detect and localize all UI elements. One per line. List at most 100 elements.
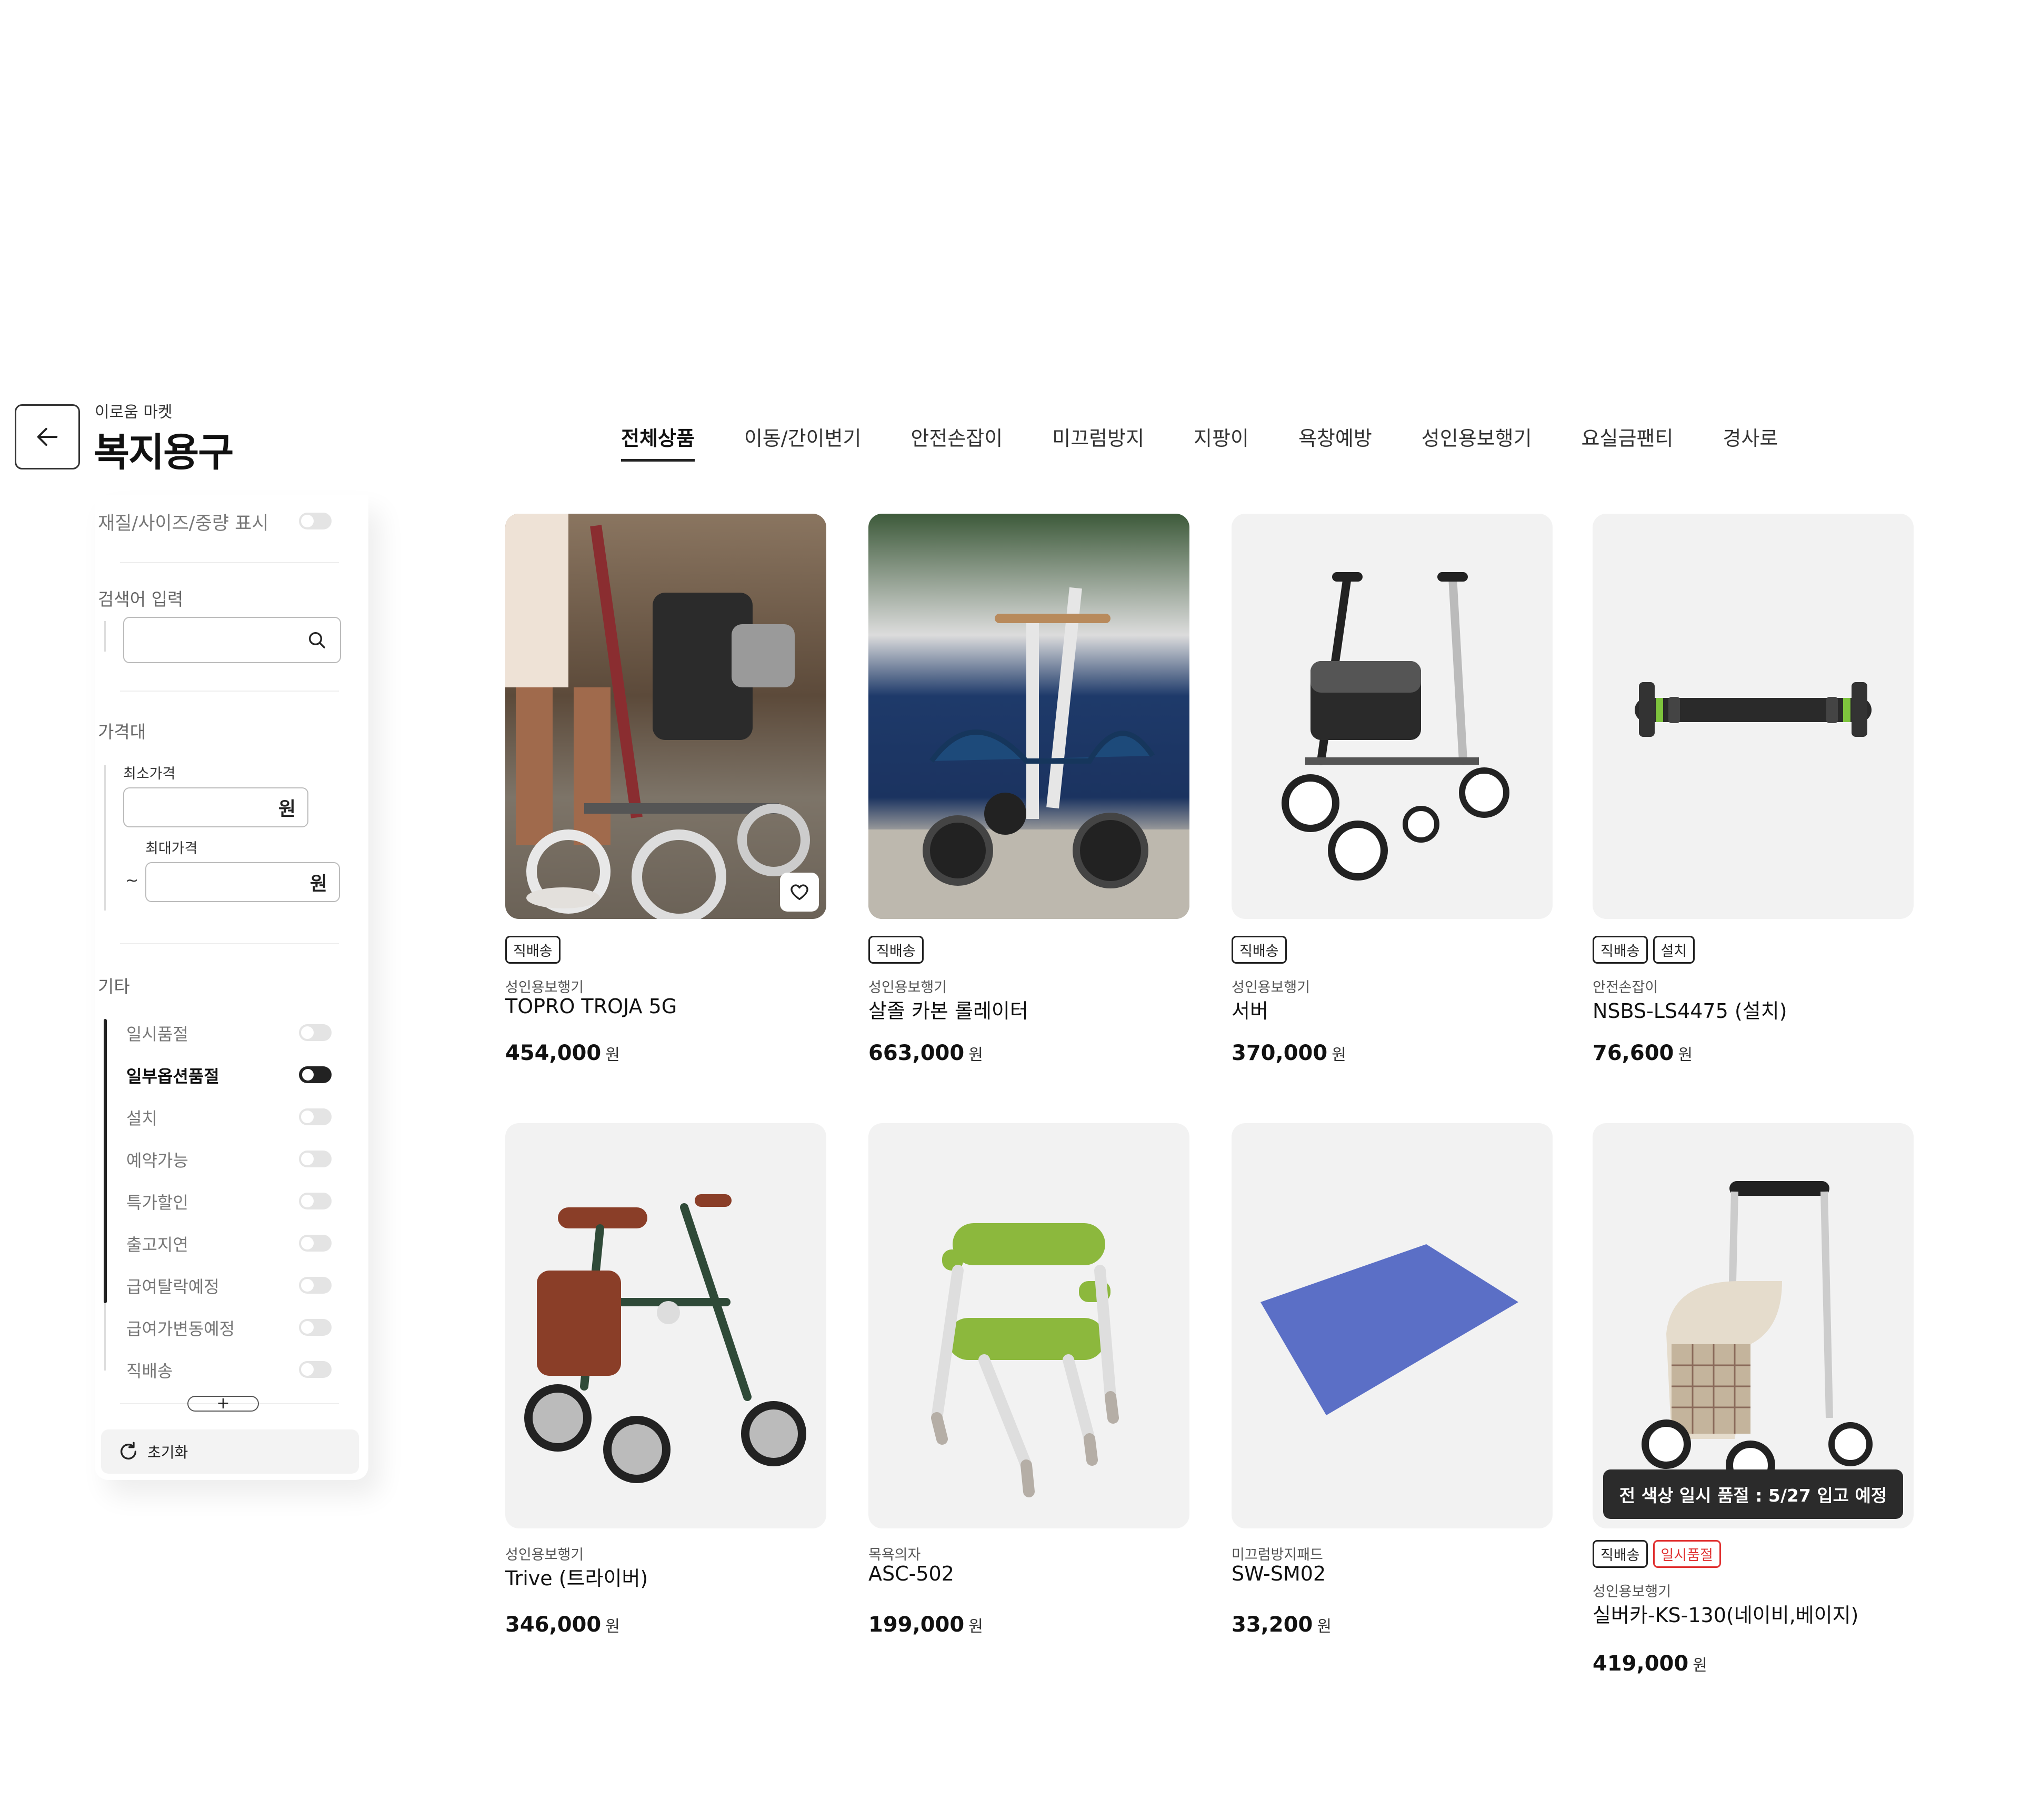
wishlist-button[interactable] — [780, 873, 819, 912]
filter-sidebar: 재질/사이즈/중량 표시 검색어 입력 가격대 최소가격 원 최대가격 ~ 원 … — [95, 495, 368, 1480]
badge-row: 직배송 — [1232, 936, 1287, 964]
product-category: 성인용보행기 — [505, 979, 584, 996]
max-price-input[interactable]: 원 — [145, 862, 340, 902]
display-toggle[interactable] — [299, 513, 332, 529]
min-price-input[interactable]: 원 — [123, 787, 308, 827]
product-price: 370,000 원 — [1232, 1041, 1346, 1065]
tab-cane[interactable]: 지팡이 — [1194, 422, 1249, 462]
price-value: 663,000 — [868, 1041, 965, 1065]
reset-button[interactable]: 초기화 — [101, 1429, 359, 1474]
toggle-benefit-drop[interactable] — [299, 1277, 332, 1294]
product-image[interactable] — [1232, 514, 1553, 919]
scroll-indicator[interactable] — [104, 1019, 107, 1303]
product-category: 성인용보행기 — [505, 1547, 584, 1563]
filter-special-discount: 특가할인 — [126, 1193, 188, 1213]
product-image[interactable]: 전 색상 일시 품절 : 5/27 입고 예정 — [1593, 1123, 1914, 1528]
toggle-shipping-delay[interactable] — [299, 1235, 332, 1252]
filter-benefit-drop: 급여탈락예정 — [126, 1277, 219, 1297]
grab-bar-illustration — [1635, 682, 1872, 737]
toggle-reservation[interactable] — [299, 1151, 332, 1167]
toggle-temp-soldout[interactable] — [299, 1024, 332, 1041]
price-value: 370,000 — [1232, 1041, 1328, 1065]
brand-subtitle: 이로움 마켓 — [95, 403, 173, 422]
anti-slip-pad-illustration — [1260, 1244, 1518, 1415]
arrow-left-icon — [37, 427, 58, 446]
rollator-photo-illustration — [505, 514, 810, 919]
filter-direct-delivery: 직배송 — [126, 1361, 173, 1381]
tab-incontinence[interactable]: 요실금팬티 — [1582, 422, 1674, 462]
product-image[interactable] — [505, 514, 826, 919]
max-price-label: 최대가격 — [145, 841, 198, 857]
price-value: 454,000 — [505, 1041, 602, 1065]
badge-row: 직배송 — [505, 936, 561, 964]
guide-line — [104, 621, 106, 652]
product-name[interactable]: 실버카-KS-130(네이비,베이지) — [1593, 1599, 1858, 1628]
badge-soldout: 일시품절 — [1653, 1540, 1721, 1568]
product-category: 성인용보행기 — [1232, 979, 1310, 996]
tab-bedsore[interactable]: 욕창예방 — [1298, 422, 1372, 462]
product-price: 346,000 원 — [505, 1613, 620, 1637]
price-value: 76,600 — [1593, 1041, 1674, 1065]
etc-label: 기타 — [98, 976, 130, 997]
product-name[interactable]: Trive (트라이버) — [505, 1562, 648, 1591]
toggle-special-discount[interactable] — [299, 1193, 332, 1209]
tab-ramp[interactable]: 경사로 — [1723, 422, 1778, 462]
search-input[interactable] — [123, 617, 341, 663]
product-category: 성인용보행기 — [868, 979, 947, 996]
toggle-install[interactable] — [299, 1108, 332, 1125]
product-name[interactable]: 서버 — [1232, 995, 1268, 1024]
tab-all[interactable]: 전체상품 — [621, 422, 695, 462]
product-name[interactable]: 살졸 카본 롤레이터 — [868, 995, 1028, 1024]
back-button[interactable] — [15, 404, 80, 469]
won-unit: 원 — [278, 798, 296, 820]
tab-grab-bar[interactable]: 안전손잡이 — [911, 422, 1003, 462]
more-button[interactable]: + — [187, 1396, 259, 1412]
product-image[interactable] — [505, 1123, 826, 1528]
badge-row: 직배송 일시품절 — [1593, 1540, 1721, 1568]
won-unit: 원 — [309, 873, 327, 895]
price-value: 419,000 — [1593, 1652, 1689, 1676]
price-unit: 원 — [1678, 1046, 1693, 1064]
badge-direct: 직배송 — [1593, 1540, 1648, 1568]
silver-car-illustration — [1642, 1181, 1873, 1490]
category-tabs: 전체상품 이동/간이변기 안전손잡이 미끄럼방지 지팡이 욕창예방 성인용보행기… — [621, 422, 1827, 462]
product-name[interactable]: ASC-502 — [868, 1562, 954, 1585]
product-price: 419,000 원 — [1593, 1652, 1707, 1676]
tab-anti-slip[interactable]: 미끄럼방지 — [1052, 422, 1144, 462]
price-label: 가격대 — [98, 722, 146, 742]
product-name[interactable]: TOPRO TROJA 5G — [505, 995, 677, 1018]
rollator-product-illustration — [1282, 572, 1509, 881]
divider — [120, 562, 339, 563]
price-unit: 원 — [605, 1046, 620, 1064]
toggle-direct-delivery[interactable] — [299, 1361, 332, 1378]
product-image[interactable] — [868, 514, 1189, 919]
badge-direct: 직배송 — [1593, 936, 1648, 964]
tab-walker[interactable]: 성인용보행기 — [1422, 422, 1532, 462]
search-icon[interactable] — [306, 629, 327, 651]
guide-line — [104, 765, 106, 911]
price-value: 346,000 — [505, 1613, 602, 1637]
filter-shipping-delay: 출고지연 — [126, 1235, 188, 1255]
soldout-banner: 전 색상 일시 품절 : 5/27 입고 예정 — [1603, 1469, 1903, 1519]
filter-partial-soldout: 일부옵션품절 — [126, 1066, 219, 1086]
divider — [120, 943, 339, 944]
heart-icon — [791, 884, 808, 900]
refresh-icon — [121, 1442, 136, 1460]
product-category: 성인용보행기 — [1593, 1584, 1672, 1600]
divider — [120, 691, 339, 692]
product-name[interactable]: SW-SM02 — [1232, 1562, 1326, 1585]
page-title: 복지용구 — [94, 430, 234, 475]
product-image[interactable] — [868, 1123, 1189, 1528]
rollator-blue-illustration — [868, 587, 1189, 919]
price-unit: 원 — [1693, 1656, 1707, 1675]
product-image[interactable] — [1593, 514, 1914, 919]
price-unit: 원 — [1332, 1046, 1346, 1064]
filter-install: 설치 — [126, 1108, 157, 1128]
tab-mobility-toilet[interactable]: 이동/간이변기 — [744, 422, 862, 462]
product-category: 미끄럼방지패드 — [1232, 1547, 1323, 1563]
toggle-benefit-change[interactable] — [299, 1319, 332, 1336]
price-unit: 원 — [968, 1617, 983, 1636]
product-name[interactable]: NSBS-LS4475 (설치) — [1593, 995, 1787, 1024]
product-image[interactable] — [1232, 1123, 1553, 1528]
toggle-partial-soldout[interactable] — [299, 1066, 332, 1083]
